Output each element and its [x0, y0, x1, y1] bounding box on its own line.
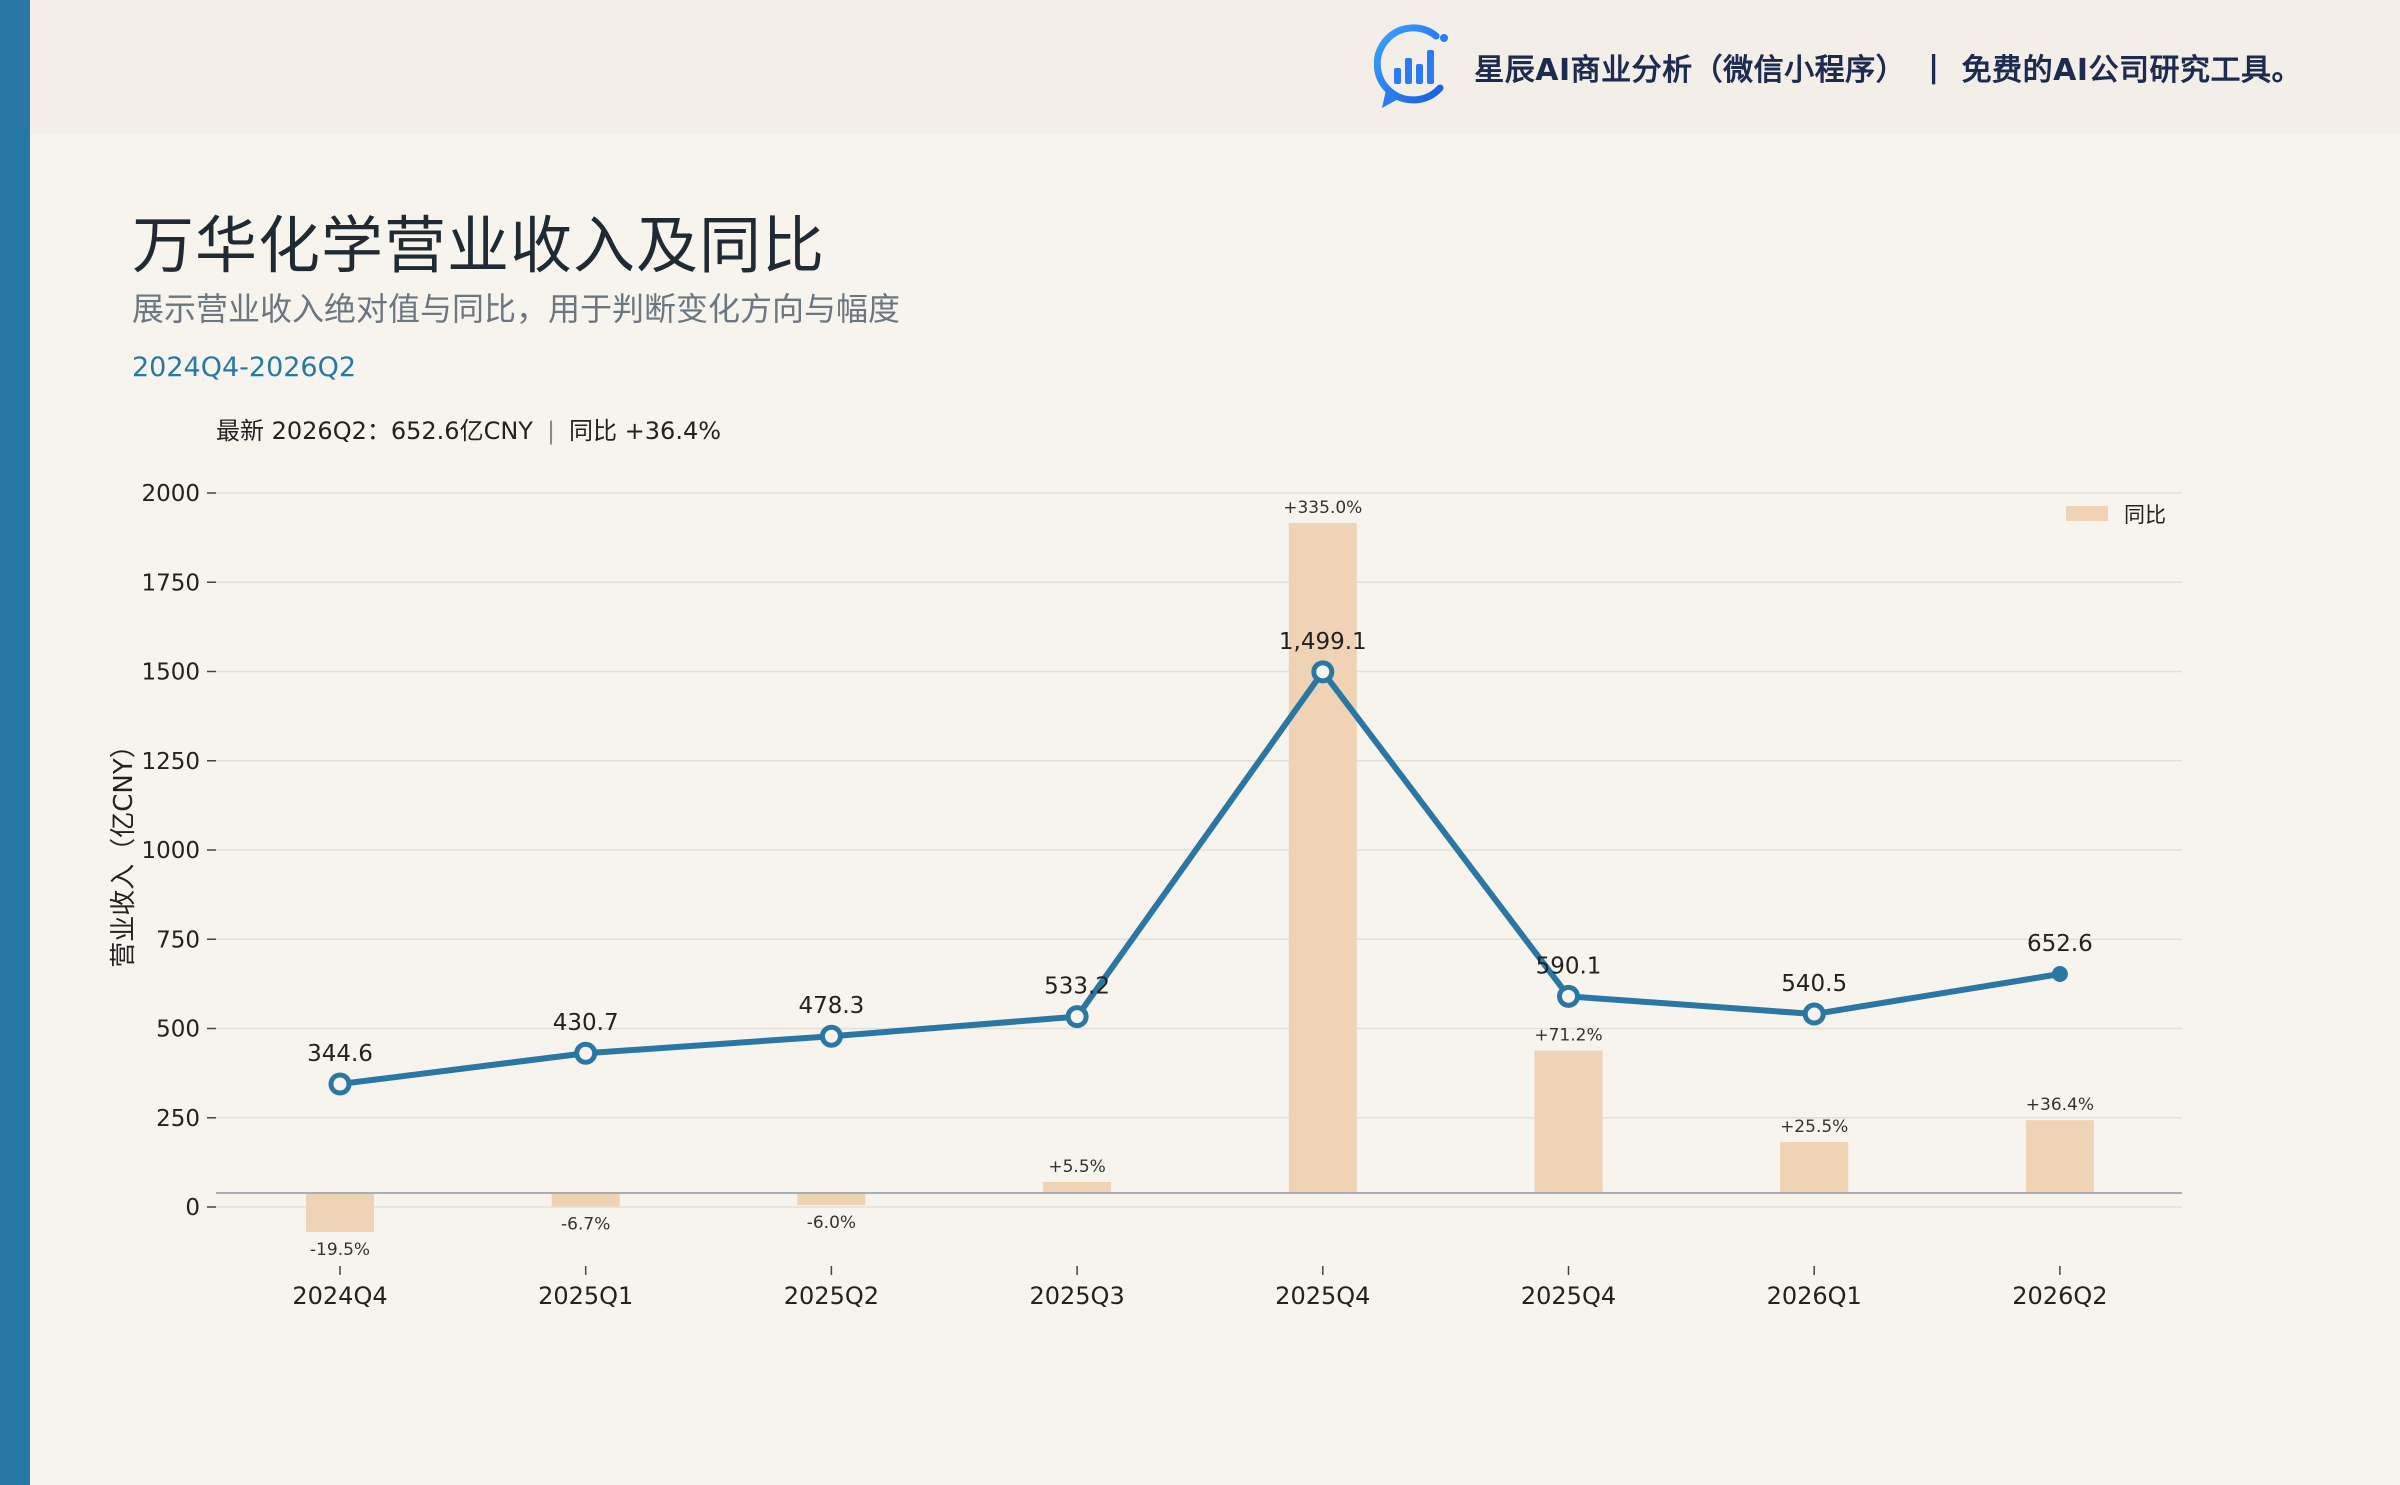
x-tick-label: 2025Q4 — [1275, 1282, 1370, 1310]
revenue-value-label: 533.2 — [1044, 974, 1110, 1000]
revenue-value-label: 540.5 — [1781, 971, 1847, 997]
y-tick-label: 1750 — [141, 570, 200, 596]
x-tick-label: 2026Q2 — [2012, 1282, 2107, 1310]
yoy-bar — [1534, 1050, 1603, 1193]
yoy-bar-label: +25.5% — [1780, 1117, 1848, 1137]
x-tick-label: 2024Q4 — [292, 1282, 387, 1310]
revenue-point — [1557, 984, 1580, 1008]
revenue-value-label: 344.6 — [307, 1041, 373, 1067]
revenue-point — [1311, 660, 1335, 684]
yoy-bar-label: +71.2% — [1534, 1026, 1602, 1046]
yoy-bar-label: -19.5% — [310, 1240, 370, 1260]
x-tick-label: 2025Q1 — [538, 1282, 633, 1310]
revenue-value-label: 430.7 — [553, 1010, 619, 1036]
revenue-point — [819, 1024, 843, 1048]
revenue-chart: 0 250 500 750 1000 1250 1500 1750 2000 营业收入（亿CNY）… — [109, 481, 2182, 1310]
yoy-bar-label: -6.7% — [561, 1214, 610, 1234]
yoy-bar — [1043, 1182, 1112, 1193]
revenue-point — [2051, 966, 2068, 983]
yoy-bar — [2025, 1120, 2094, 1193]
yoy-bar-label: -6.0% — [807, 1213, 856, 1233]
x-tick-label: 2026Q1 — [1767, 1282, 1862, 1310]
revenue-point — [1802, 1002, 1826, 1026]
x-tick-label: 2025Q3 — [1029, 1282, 1124, 1310]
y-tick-label: 1500 — [141, 660, 200, 686]
y-tick-label: 1250 — [141, 749, 200, 775]
revenue-point — [1065, 1005, 1089, 1029]
yoy-bar — [306, 1193, 374, 1232]
y-tick-label: 1000 — [141, 838, 200, 864]
y-tick-label: 250 — [156, 1106, 200, 1132]
y-tick-label: 0 — [185, 1195, 200, 1221]
y-tick-label: 750 — [156, 927, 200, 953]
revenue-value-label: 590.1 — [1536, 953, 1602, 979]
yoy-bar — [1288, 523, 1357, 1193]
yoy-bar-label: +335.0% — [1283, 498, 1362, 518]
y-tick-label: 500 — [156, 1017, 200, 1043]
x-tick-label: 2025Q4 — [1521, 1282, 1616, 1310]
legend-label: 同比 — [2124, 503, 2166, 527]
yoy-bar — [551, 1193, 620, 1207]
x-tick-label: 2025Q2 — [784, 1282, 879, 1310]
yoy-bar — [797, 1193, 866, 1205]
revenue-point — [574, 1041, 598, 1065]
revenue-value-label: 478.3 — [798, 993, 864, 1019]
yoy-bar-label: +36.4% — [2026, 1095, 2094, 1115]
yoy-bar — [1780, 1142, 1849, 1193]
y-axis-label: 营业收入（亿CNY） — [109, 732, 139, 968]
legend-swatch — [2066, 506, 2108, 521]
revenue-point — [328, 1072, 352, 1096]
y-tick-label: 2000 — [141, 481, 200, 507]
revenue-value-label: 1,499.1 — [1279, 629, 1367, 655]
revenue-value-label: 652.6 — [2027, 931, 2093, 957]
yoy-bar-label: +5.5% — [1048, 1157, 1105, 1177]
